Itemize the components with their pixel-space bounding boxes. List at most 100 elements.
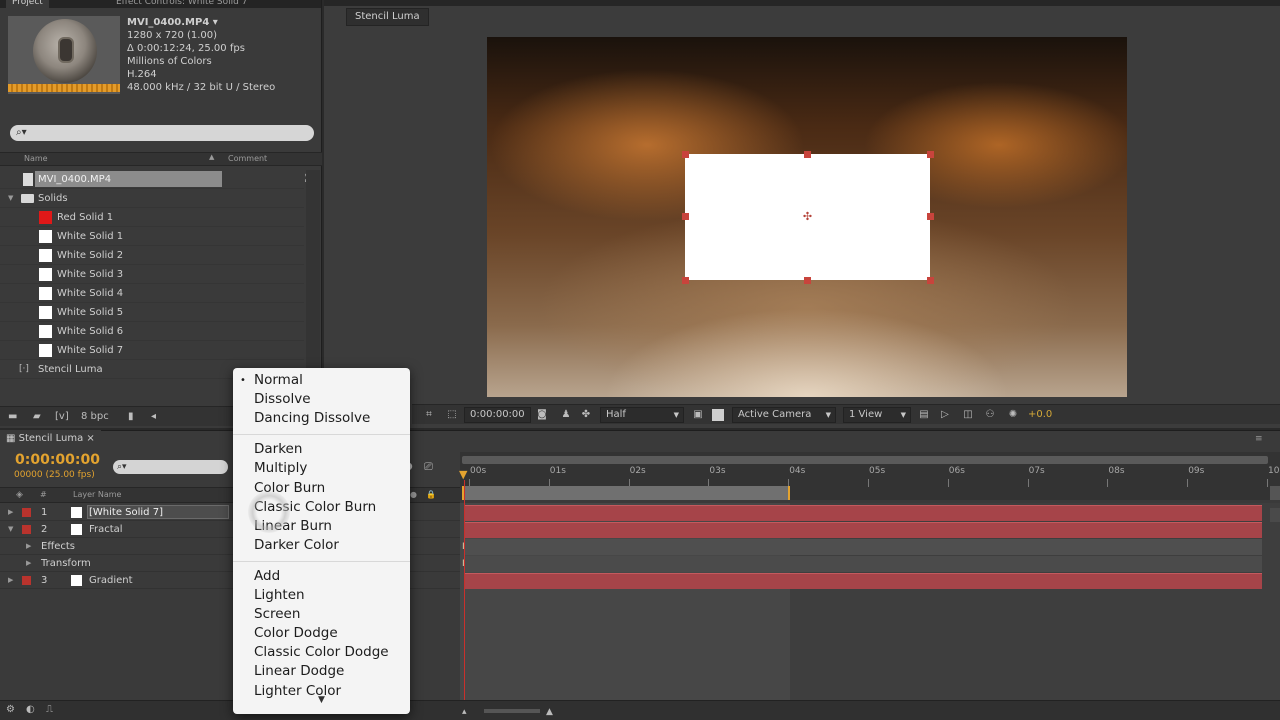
layer-label-color[interactable] [22, 508, 31, 517]
chevron-right-icon[interactable]: ▶ [8, 572, 13, 589]
chevron-right-icon[interactable]: ▶ [26, 555, 31, 572]
project-item-white-solid-3[interactable]: White Solid 3 [0, 265, 304, 284]
tab-stencil-luma[interactable]: Stencil Luma [346, 8, 429, 26]
blend-mode-dancing-dissolve[interactable]: Dancing Dissolve [233, 409, 410, 428]
snapshot-icon[interactable]: ◙ [535, 408, 549, 422]
timeline-scrollbar[interactable] [1270, 508, 1280, 522]
blend-mode-menu[interactable]: • Normal Dissolve Dancing Dissolve Darken Mul… [233, 368, 410, 714]
blend-mode-add[interactable]: Add [233, 567, 410, 586]
modes-toggle-icon[interactable]: ◐ [26, 704, 35, 715]
show-snapshot-icon[interactable]: ♟ [559, 408, 573, 422]
column-name[interactable]: Name [24, 154, 48, 163]
chevron-down-icon[interactable]: ▼ [8, 189, 13, 208]
scroll-down-icon[interactable]: ▼ [233, 695, 410, 709]
transform-handle[interactable] [927, 213, 934, 220]
blend-mode-normal[interactable]: • Normal [233, 371, 410, 390]
blend-mode-screen[interactable]: Screen [233, 605, 410, 624]
anchor-point-icon[interactable]: ✣ [802, 211, 813, 222]
comp-flowchart-icon[interactable]: ◫ [961, 408, 975, 422]
layer-label-color[interactable] [22, 576, 31, 585]
column-layer-name[interactable]: Layer Name [73, 488, 121, 502]
color-channels-icon[interactable]: ✤ [579, 408, 593, 422]
viewer-timecode[interactable]: 0:00:00:00 [464, 407, 531, 423]
graph-editor-icon[interactable]: ⎚ [424, 460, 442, 474]
zoom-out-icon[interactable]: ▴ [462, 707, 467, 717]
work-area-bar[interactable] [462, 486, 790, 500]
zoom-in-icon[interactable]: ▲ [546, 707, 553, 717]
region-of-interest-icon[interactable]: ⌗ [422, 408, 436, 422]
timeline-zoom-handle[interactable] [1270, 486, 1280, 500]
zoom-slider[interactable] [484, 709, 540, 713]
chevron-right-icon[interactable]: ▶ [8, 504, 13, 521]
transform-handle[interactable] [682, 213, 689, 220]
transform-handle[interactable] [927, 277, 934, 284]
transform-handle[interactable] [682, 151, 689, 158]
blend-mode-multiply[interactable]: Multiply [233, 459, 410, 478]
layer-bar-3[interactable] [465, 573, 1262, 589]
keyframe-icon[interactable]: I [462, 559, 468, 570]
project-item-mvi-0400[interactable]: MVI_0400.MP4 [0, 170, 304, 189]
toggle-transparency-icon[interactable] [712, 409, 724, 421]
transparency-grid-icon[interactable]: ⬚ [445, 408, 459, 422]
current-time-indicator-line[interactable] [464, 480, 465, 700]
fast-previews-icon[interactable]: ▣ [691, 408, 705, 422]
blend-mode-color-dodge[interactable]: Color Dodge [233, 624, 410, 643]
layer-bar-1[interactable] [465, 505, 1262, 521]
blend-mode-classic-color-dodge[interactable]: Classic Color Dodge [233, 643, 410, 662]
solo-icon[interactable]: ● [410, 488, 417, 502]
tab-project[interactable]: Project [6, 0, 49, 8]
new-composition-icon[interactable]: [v] [55, 407, 69, 427]
blend-mode-darker-color[interactable]: Darker Color [233, 536, 410, 555]
keyframe-icon[interactable]: I [462, 542, 468, 553]
sort-arrow-icon[interactable]: ▲ [209, 153, 214, 161]
bpc-button[interactable]: 8 bpc [81, 407, 109, 427]
project-item-white-solid-7[interactable]: White Solid 7 [0, 341, 304, 360]
tab-effect-controls[interactable]: Effect Controls: White Solid 7 [110, 0, 253, 8]
chevron-down-icon[interactable]: ▼ [8, 521, 13, 538]
camera-dropdown[interactable]: Active Camera ▼ [732, 407, 836, 423]
column-number[interactable]: # [40, 488, 47, 502]
project-item-white-solid-5[interactable]: White Solid 5 [0, 303, 304, 322]
project-search-input[interactable]: ⌕▾ [10, 125, 314, 141]
blend-mode-linear-dodge[interactable]: Linear Dodge [233, 662, 410, 681]
layer-label-color[interactable] [22, 525, 31, 534]
timeline-search-input[interactable]: ⌕▾ [113, 460, 228, 474]
project-item-white-solid-1[interactable]: White Solid 1 [0, 227, 304, 246]
timeline-icon[interactable]: ▷ [938, 408, 952, 422]
frame-render-icon[interactable]: ⎍ [46, 704, 53, 715]
new-folder-icon[interactable]: ▰ [33, 407, 41, 427]
blend-mode-lighten[interactable]: Lighten [233, 586, 410, 605]
pixel-aspect-icon[interactable]: ▤ [917, 408, 931, 422]
chevron-right-icon[interactable]: ▶ [26, 538, 31, 555]
tab-timeline-stencil-luma[interactable]: ▦ Stencil Luma × [0, 430, 101, 448]
transform-handle[interactable] [927, 151, 934, 158]
project-item-white-solid-2[interactable]: White Solid 2 [0, 246, 304, 265]
layer-bar-2[interactable] [465, 522, 1262, 538]
trash-icon[interactable]: ▮ [128, 407, 134, 427]
switches-toggle-icon[interactable]: ⚙ [6, 704, 15, 715]
blend-mode-darken[interactable]: Darken [233, 440, 410, 459]
panel-menu-icon[interactable]: ≡ [1255, 434, 1263, 444]
project-item-red-solid-1[interactable]: Red Solid 1 [0, 208, 304, 227]
transform-handle[interactable] [682, 277, 689, 284]
file-name[interactable]: MVI_0400.MP4 ▾ [127, 16, 275, 29]
close-icon[interactable]: × [83, 433, 94, 444]
exposure-value[interactable]: +0.0 [1028, 405, 1052, 425]
view-layout-dropdown[interactable]: 1 View ▼ [843, 407, 911, 423]
transform-handle[interactable] [804, 277, 811, 284]
resolution-dropdown[interactable]: Half ▼ [600, 407, 684, 423]
current-time-indicator-icon[interactable]: ▼ [459, 469, 470, 481]
project-item-solids-folder[interactable]: ▼ Solids [0, 189, 304, 208]
project-item-white-solid-6[interactable]: White Solid 6 [0, 322, 304, 341]
column-comment[interactable]: Comment [228, 154, 267, 163]
timeline-timecode[interactable]: 0:00:00:00 [15, 452, 100, 468]
label-tag-icon[interactable]: ◈ [16, 488, 23, 502]
blend-mode-dissolve[interactable]: Dissolve [233, 390, 410, 409]
project-item-white-solid-4[interactable]: White Solid 4 [0, 284, 304, 303]
chevron-left-icon[interactable]: ◂ [151, 407, 156, 427]
lock-icon[interactable]: 🔒 [426, 488, 436, 502]
time-navigator[interactable] [462, 456, 1268, 464]
interpret-footage-icon[interactable]: ▬ [8, 407, 17, 427]
flowchart-icon[interactable]: ⚇ [983, 408, 997, 422]
exposure-icon[interactable]: ✺ [1006, 408, 1020, 422]
